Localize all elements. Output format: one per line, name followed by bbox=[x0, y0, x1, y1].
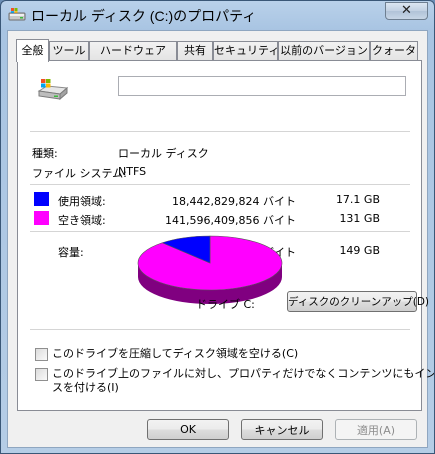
tab-quota[interactable]: クォータ bbox=[370, 41, 418, 61]
file-system-value: NTFS bbox=[118, 165, 147, 178]
dialog-client-area: 全般 ツール ハードウェア 共有 セキュリティ 以前のバージョン クォータ 種類… bbox=[7, 30, 434, 448]
free-space-size: 131 GB bbox=[339, 212, 380, 225]
free-space-label: 空き領域: bbox=[58, 214, 106, 227]
tab-previous-versions[interactable]: 以前のバージョン bbox=[278, 41, 370, 61]
index-label-line1: このドライブ上のファイルに対し、プロパティだけでなくコンテンツにもインデック bbox=[52, 367, 435, 380]
hard-drive-icon bbox=[37, 79, 69, 101]
separator bbox=[30, 329, 410, 330]
separator bbox=[30, 131, 410, 132]
properties-window: ローカル ディスク (C:)のプロパティ ✕ 全般 ツール ハードウェア 共有 … bbox=[0, 0, 435, 454]
cancel-button[interactable]: キャンセル bbox=[241, 419, 323, 440]
window-title: ローカル ディスク (C:)のプロパティ bbox=[31, 8, 257, 24]
close-button[interactable]: ✕ bbox=[385, 2, 428, 20]
drive-letter-label: ドライブ C: bbox=[196, 298, 255, 311]
used-space-bytes: 18,442,829,824 バイト bbox=[172, 195, 296, 208]
used-space-swatch bbox=[34, 192, 49, 206]
index-checkbox[interactable] bbox=[35, 368, 48, 381]
disk-cleanup-button[interactable]: ディスクのクリーンアップ(D) bbox=[287, 291, 429, 312]
used-space-size: 17.1 GB bbox=[335, 193, 380, 206]
capacity-label: 容量: bbox=[58, 246, 84, 259]
hard-drive-icon bbox=[8, 8, 26, 21]
compress-checkbox[interactable] bbox=[35, 348, 48, 361]
tab-security[interactable]: セキュリティ bbox=[213, 41, 278, 61]
tab-tools[interactable]: ツール bbox=[49, 41, 89, 61]
separator bbox=[30, 184, 410, 185]
used-space-label: 使用領域: bbox=[58, 195, 106, 208]
tab-hardware[interactable]: ハードウェア bbox=[89, 41, 177, 61]
compress-label: このドライブを圧縮してディスク領域を空ける(C) bbox=[52, 347, 299, 360]
type-value: ローカル ディスク bbox=[118, 147, 209, 160]
volume-label-input[interactable] bbox=[118, 76, 406, 96]
ok-button[interactable]: OK bbox=[147, 419, 229, 440]
type-label: 種類: bbox=[32, 147, 58, 160]
index-label-line2: スを付ける(I) bbox=[52, 381, 119, 394]
close-icon: ✕ bbox=[401, 3, 412, 18]
title-bar[interactable]: ローカル ディスク (C:)のプロパティ ✕ bbox=[1, 1, 434, 29]
capacity-size: 149 GB bbox=[339, 244, 380, 257]
file-system-label: ファイル システム: bbox=[32, 167, 127, 180]
free-space-swatch bbox=[34, 211, 49, 225]
tab-sharing[interactable]: 共有 bbox=[177, 41, 213, 61]
free-space-bytes: 141,596,409,856 バイト bbox=[165, 214, 296, 227]
separator bbox=[30, 231, 410, 232]
tab-general[interactable]: 全般 bbox=[16, 39, 49, 62]
apply-button[interactable]: 適用(A) bbox=[335, 419, 417, 440]
general-tab-panel: 種類: ローカル ディスク ファイル システム: NTFS 使用領域: 18,4… bbox=[17, 60, 434, 411]
